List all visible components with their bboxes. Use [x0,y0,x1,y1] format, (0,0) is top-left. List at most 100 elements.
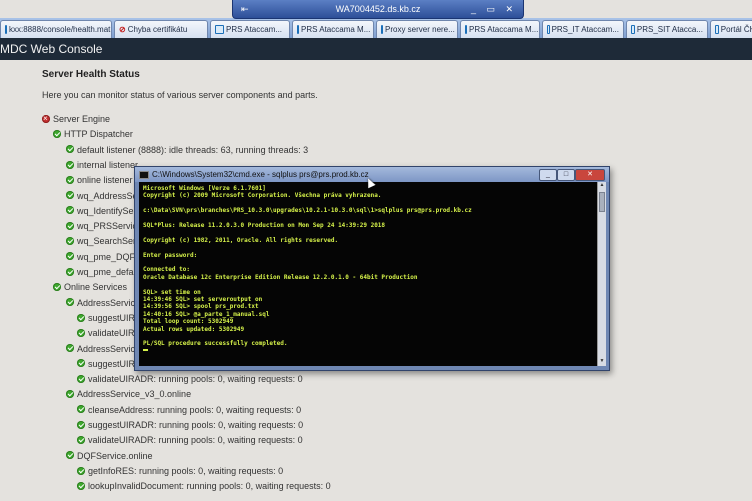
close-button[interactable]: ✕ [575,169,605,181]
status-ok-icon [77,359,85,368]
scroll-down-icon[interactable]: ▼ [598,358,606,366]
tab-label: PRS_IT Ataccam... [551,25,619,34]
health-node-label: DQFService.online [77,450,153,461]
health-node: HTTP Dispatcher [53,128,133,140]
tab-label: PRS Ataccam... [226,25,283,34]
health-node: Server Engine [42,113,110,125]
page-icon [215,25,224,34]
tab-label: PRS Ataccama M... [301,25,371,34]
browser-tab-strip: kxx:8888/console/health.mat ⊘ Chyba certif… [0,18,752,38]
browser-tab[interactable]: PRS_IT Ataccam... [542,20,624,38]
health-node: validateUIRA [77,327,141,339]
health-node-label: validateUIRA [88,328,141,339]
status-ok-icon [66,451,74,460]
browser-tab[interactable]: PRS Ataccam... [210,20,290,38]
console-output[interactable]: Microsoft Windows [Verze 6.1.7601] Copyri… [139,182,597,366]
console-scrollbar[interactable]: ▲ ▼ [597,182,606,366]
status-ok-icon [66,175,74,184]
console-line: PL/SQL procedure successfully completed. [143,340,288,348]
tab-label: PRS_SIT Atacca... [636,25,703,34]
page-icon [5,25,7,34]
scroll-thumb[interactable] [599,192,605,212]
health-node-label: AddressService [77,297,141,308]
status-ok-icon [66,206,74,215]
browser-tab[interactable]: PRS_SIT Atacca... [626,20,708,38]
pin-icon[interactable]: ⇤ [241,0,249,18]
status-error-icon [42,113,50,125]
status-ok-icon [66,298,74,307]
app-title: MDC Web Console [0,42,103,56]
health-node-label: lookupInvalidDocument: running pools: 0,… [88,481,331,492]
health-node: wq_AddressSer [66,190,141,202]
health-node: AddressService_v3_0.online [66,388,191,400]
health-node: AddressService [66,343,140,355]
status-ok-icon [77,374,85,383]
health-node: suggestUIRA [77,312,141,324]
console-line: Actual rows updated: 5302949 [143,325,245,333]
status-ok-icon [77,405,85,414]
health-node-label: internal listener [77,159,139,170]
browser-tab[interactable]: Portál ČHMÚ : H... [710,20,752,38]
status-ok-icon [66,160,74,169]
app-header: MDC Web Console [0,38,752,60]
remote-session-controls[interactable]: _ ▭ ✕ [471,0,517,18]
health-node: suggestUIRA [77,358,141,370]
status-ok-icon [66,344,74,353]
page-title: Server Health Status [42,69,140,80]
cmd-window[interactable]: C:\Windows\System32\cmd.exe - sqlplus pr… [134,166,610,371]
status-ok-icon [66,252,74,261]
status-ok-icon [53,282,61,291]
health-node: cleanseAddress: running pools: 0, waitin… [77,404,301,416]
health-node: wq_IdentifySer [66,205,137,217]
status-ok-icon [77,328,85,337]
health-node-label: AddressService [77,343,141,354]
health-node: validateUIRADR: running pools: 0, waitin… [77,373,303,385]
health-node-label: getInfoRES: running pools: 0, waiting re… [88,465,284,476]
console-line: Copyright (c) 2009 Microsoft Corporation… [143,192,382,200]
health-node-label: Server Engine [53,114,111,124]
status-ok-icon [77,481,85,490]
health-node: internal listener [66,159,138,171]
status-ok-icon [53,129,61,138]
health-node-label: wq_AddressSer [77,190,141,201]
health-node-label: Online Services [64,282,128,293]
scroll-up-icon[interactable]: ▲ [598,182,606,190]
browser-tab[interactable]: kxx:8888/console/health.mat [0,20,112,38]
page-icon [631,25,635,34]
health-node-label: suggestUIRADR: running pools: 0, waiting… [88,420,304,430]
maximize-button[interactable]: □ [557,169,575,181]
console-line: Copyright (c) 1982, 2011, Oracle. All ri… [143,236,339,244]
minimize-button[interactable]: _ [539,169,557,181]
status-ok-icon [66,390,74,399]
health-node-label: HTTP Dispatcher [64,129,133,140]
health-node: validateUIRADR: running pools: 0, waitin… [77,434,303,446]
browser-tab[interactable]: ⊘ Chyba certifikátu [114,20,208,38]
browser-tab[interactable]: PRS Ataccama M... [460,20,540,38]
tab-label: Chyba certifikátu [127,25,188,34]
browser-tab[interactable]: PRS Ataccama M... [292,20,374,38]
health-node-label: wq_pme_defau [77,267,139,277]
console-cursor [143,349,148,351]
health-node: DQFService.online [66,450,153,462]
health-node: lookupInvalidDocument: running pools: 0,… [77,480,331,492]
status-ok-icon [77,313,85,322]
cmd-icon [139,170,149,179]
page-icon [381,25,383,34]
health-node-label: cleanseAddress: running pools: 0, waitin… [88,404,302,415]
health-node: wq_SearchServ [66,235,141,247]
health-node: Online Services [53,281,127,293]
status-ok-icon [66,237,74,246]
certificate-warning-icon: ⊘ [119,25,126,34]
remote-session-title: WA7004452.ds.kb.cz [335,4,421,14]
status-ok-icon [77,466,85,475]
page-icon [547,25,550,34]
console-line: SQL*Plus: Release 11.2.0.3.0 Production … [143,222,386,229]
console-line: Oracle Database 12c Enterprise Edition R… [143,273,418,281]
cmd-title: C:\Windows\System32\cmd.exe - sqlplus pr… [152,170,369,179]
console-line: c:\Data\SVN\prs\branches\PRS_10.3.0\upgr… [143,207,472,215]
health-node-label: AddressService_v3_0.online [77,389,192,400]
health-node: getInfoRES: running pools: 0, waiting re… [77,465,283,477]
health-node-label: wq_pme_DQF [77,251,136,262]
remote-session-bar[interactable]: ⇤ WA7004452.ds.kb.cz _ ▭ ✕ [232,0,524,19]
browser-tab[interactable]: Proxy server nere... [376,20,458,38]
